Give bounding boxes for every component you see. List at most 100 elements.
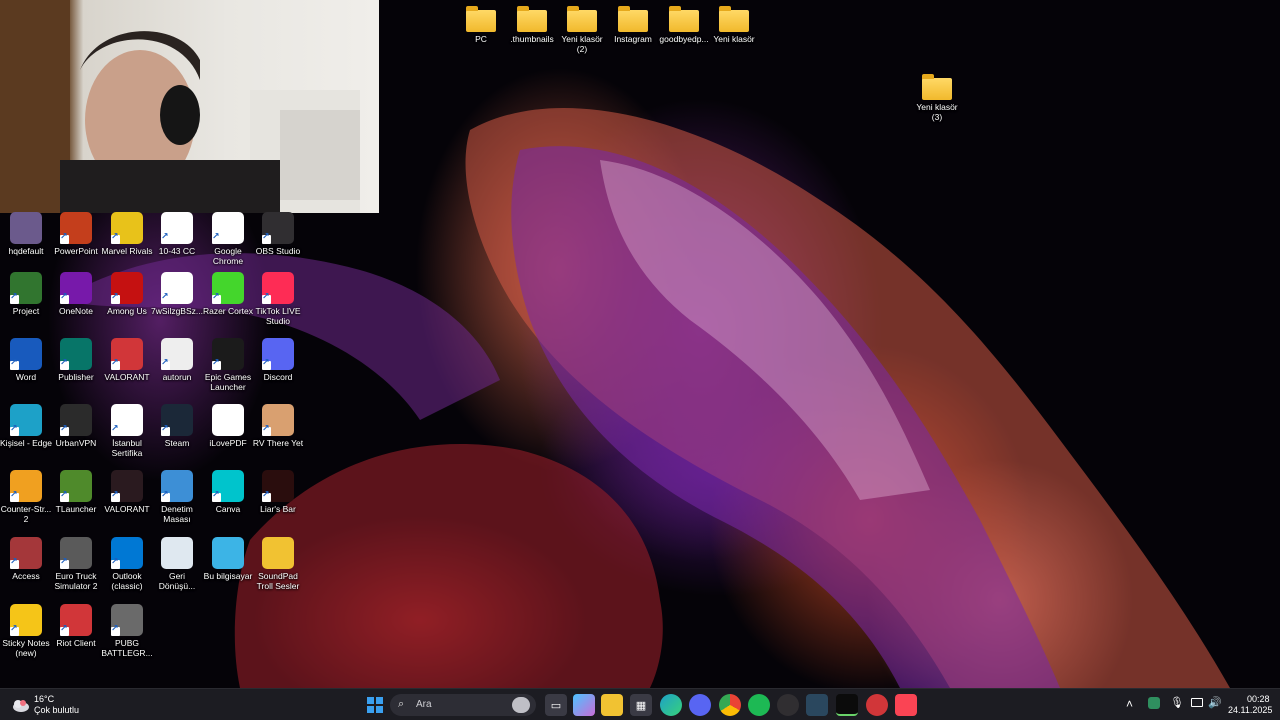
desktop-icon[interactable]: TLauncher — [50, 470, 102, 514]
tlauncher-icon — [60, 470, 92, 502]
edge-icon[interactable] — [660, 694, 682, 716]
desktop-icon[interactable]: VALORANT — [101, 470, 153, 514]
desktop-icon[interactable]: Liar's Bar — [252, 470, 304, 514]
steam-icon[interactable] — [806, 694, 828, 716]
desktop-icon[interactable]: Access — [0, 537, 52, 581]
desktop-folder[interactable]: PC — [455, 4, 507, 44]
desktop-icon[interactable]: VALORANT — [101, 338, 153, 382]
desktop-icon[interactable]: OneNote — [50, 272, 102, 316]
clock-date[interactable]: 24.11.2025 — [1228, 705, 1272, 715]
desktop-icon-label: VALORANT — [104, 372, 150, 382]
desktop-icon[interactable]: SoundPad Troll Sesler — [252, 537, 304, 591]
clock-time[interactable]: 00:28 — [1247, 694, 1270, 704]
desktop-folder[interactable]: Yeni klasör (2) — [556, 4, 608, 54]
task-view-icon[interactable]: ▭ — [545, 694, 567, 716]
desktop-icon-label: Word — [15, 372, 37, 382]
epic-games-icon — [212, 338, 244, 370]
desktop-icon[interactable]: Bu bilgisayar — [202, 537, 254, 581]
among-us-icon — [111, 272, 143, 304]
weather-condition[interactable]: Çok bulutlu — [34, 705, 79, 715]
desktop-folder[interactable]: .thumbnails — [506, 4, 558, 44]
desktop-icon[interactable]: Google Chrome — [202, 212, 254, 266]
display-icon[interactable] — [1191, 698, 1203, 707]
desktop-icon[interactable]: Project — [0, 272, 52, 316]
desktop-icon[interactable]: UrbanVPN — [50, 404, 102, 448]
desktop-folder[interactable]: Yeni klasör — [708, 4, 760, 44]
security-icon[interactable] — [1148, 697, 1160, 709]
start-icon[interactable] — [364, 694, 386, 716]
shortcut-arrow-icon — [262, 292, 271, 304]
shortcut-arrow-icon — [10, 424, 19, 436]
liars-bar-icon — [262, 470, 294, 502]
discord-icon[interactable] — [689, 694, 711, 716]
desktop-icon[interactable]: Euro Truck Simulator 2 — [50, 537, 102, 591]
webcam-overlay — [0, 0, 379, 213]
desktop-icon[interactable]: İstanbul Sertifika — [101, 404, 153, 458]
desktop-icon[interactable]: Steam — [151, 404, 203, 448]
desktop-icon-label: Kişisel - Edge — [0, 438, 52, 448]
desktop-icon[interactable]: Among Us — [101, 272, 153, 316]
desktop-icon[interactable]: Kişisel - Edge — [0, 404, 52, 448]
desktop-icon-label: PowerPoint — [54, 246, 98, 256]
chrome-file-icon — [161, 272, 193, 304]
spotify-icon[interactable] — [748, 694, 770, 716]
desktop-icon[interactable]: Marvel Rivals — [101, 212, 153, 256]
desktop-icon-label: TLauncher — [55, 504, 97, 514]
desktop-icon[interactable]: OBS Studio — [252, 212, 304, 256]
cloud-weather-icon[interactable] — [10, 695, 30, 715]
desktop-icon[interactable]: 10-43 CC — [151, 212, 203, 256]
shortcut-arrow-icon — [161, 232, 170, 244]
search-box[interactable]: ⌕ Ara — [390, 694, 536, 716]
desktop-icon[interactable]: autorun — [151, 338, 203, 382]
microsoft-store-icon[interactable]: ▦ — [630, 694, 652, 716]
desktop-icon[interactable]: TikTok LIVE Studio — [252, 272, 304, 326]
chrome-icon[interactable] — [719, 694, 741, 716]
desktop-icon[interactable]: 7wSilzgBSz... — [151, 272, 203, 316]
desktop-icon[interactable]: Denetim Masası — [151, 470, 203, 524]
obs-icon — [262, 212, 294, 244]
copilot-icon[interactable] — [573, 694, 595, 716]
desktop-icon[interactable]: Geri Dönüşü... — [151, 537, 203, 591]
desktop[interactable]: hqdefault PowerPointMarvel Rivals 10-43 CC… — [0, 0, 1280, 688]
desktop-icon[interactable]: Word — [0, 338, 52, 382]
desktop-folder[interactable]: Instagram — [607, 4, 659, 44]
desktop-icon[interactable]: Canva — [202, 470, 254, 514]
edge-icon — [10, 404, 42, 436]
shortcut-arrow-icon — [60, 232, 69, 244]
riot-icon[interactable] — [866, 694, 888, 716]
weather-temp[interactable]: 16°C — [34, 694, 54, 704]
file-explorer-icon[interactable] — [601, 694, 623, 716]
desktop-icon[interactable]: Outlook (classic) — [101, 537, 153, 591]
onenote-icon — [60, 272, 92, 304]
chevron-up-icon[interactable]: ˄ — [1126, 697, 1133, 711]
desktop-icon[interactable]: Publisher — [50, 338, 102, 382]
folder-icon — [567, 6, 597, 32]
terminal-icon[interactable] — [836, 694, 858, 716]
desktop-icon[interactable]: Epic Games Launcher — [202, 338, 254, 392]
desktop-icon-label: Epic Games Launcher — [204, 372, 252, 392]
desktop-folder-yeni-klasor-3[interactable]: Yeni klasör (3) — [911, 72, 963, 122]
search-icon: ⌕ — [398, 697, 405, 710]
desktop-icon[interactable]: PUBG BATTLEGR... — [101, 604, 153, 658]
shortcut-arrow-icon — [161, 292, 170, 304]
desktop-icon[interactable]: Razer Cortex — [202, 272, 254, 316]
word-icon — [10, 338, 42, 370]
desktop-folder[interactable]: goodbyedp... — [658, 4, 710, 44]
desktop-icon[interactable]: Counter-Str... 2 — [0, 470, 52, 524]
tiktok-icon — [262, 272, 294, 304]
desktop-icon[interactable]: iLovePDF — [202, 404, 254, 448]
desktop-icon[interactable]: RV There Yet — [252, 404, 304, 448]
shortcut-arrow-icon — [60, 557, 69, 569]
volume-icon[interactable]: 🔊 — [1208, 696, 1222, 709]
microphone-icon[interactable]: 🎙 — [1170, 696, 1184, 709]
valorant-icon[interactable] — [895, 694, 917, 716]
shortcut-arrow-icon — [161, 358, 170, 370]
desktop-icon[interactable]: PowerPoint — [50, 212, 102, 256]
desktop-icon[interactable]: Riot Client — [50, 604, 102, 648]
desktop-icon[interactable]: Sticky Notes (new) — [0, 604, 52, 658]
folder-icon — [922, 74, 952, 100]
desktop-icon[interactable]: hqdefault — [0, 212, 52, 256]
desktop-icon-label: Liar's Bar — [260, 504, 296, 514]
obs-icon[interactable] — [777, 694, 799, 716]
desktop-icon[interactable]: Discord — [252, 338, 304, 382]
